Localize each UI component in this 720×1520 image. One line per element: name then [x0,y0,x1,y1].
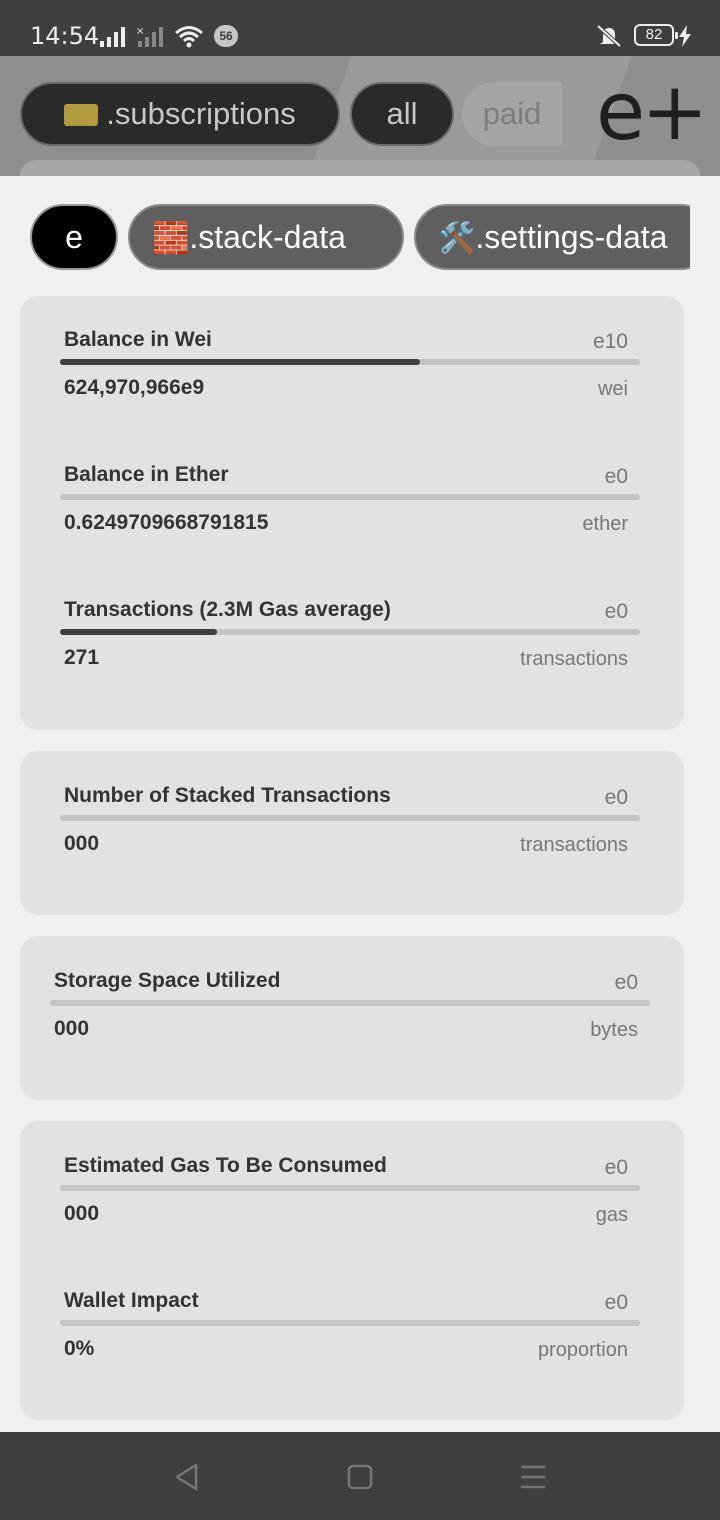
metric-value: 271 [64,646,100,669]
signal-icon: × [100,26,163,47]
wifi-icon [175,26,203,48]
battery-indicator: 82 [634,24,678,46]
metric-label: Balance in Ether [64,463,229,486]
metric-exponent: e10 [592,330,628,353]
balance-card: Balance in Wei e10 624,970,966e9 wei Bal… [20,296,684,730]
metric-balance-wei: Balance in Wei e10 624,970,966e9 wei [60,328,640,438]
metric-exponent: e0 [604,600,628,623]
app-logo[interactable]: e+ [596,72,708,152]
metric-label: Wallet Impact [64,1289,199,1312]
metric-unit: transactions [520,834,628,856]
progress-track [60,359,640,365]
storage-card: Storage Space Utilized e0 000 bytes [20,936,684,1100]
progress-fill [60,629,217,635]
tab-paid-label: paid [482,96,542,131]
tab-all[interactable]: all [350,82,454,146]
tab-paid[interactable]: paid [462,82,562,146]
metric-value: 000 [54,1017,90,1040]
metric-wallet-impact: Wallet Impact e0 0% proportion [60,1289,640,1399]
navigation-bar [0,1432,720,1520]
metric-label: Number of Stacked Transactions [64,784,391,807]
metric-transactions: Transactions (2.3M Gas average) e0 271 t… [60,598,640,708]
stacked-transactions-card: Number of Stacked Transactions e0 000 tr… [20,751,684,915]
top-bar: .subscriptions all paid e+ [0,56,720,176]
metric-value: 0% [64,1337,95,1360]
menu-icon[interactable] [518,1462,548,1492]
progress-track [50,1000,650,1006]
metric-balance-ether: Balance in Ether e0 0.6249709668791815 e… [60,463,640,573]
metric-value: 624,970,966e9 [64,376,205,399]
metric-unit: transactions [520,648,628,670]
app-screen: 14:54 × 56 82 .subscriptions all paid e+… [0,0,720,1520]
chip-settings-data-label: .settings-data [475,219,668,255]
status-bar: 14:54 × 56 82 [0,0,720,56]
chip-settings-data[interactable]: 🛠️.settings-data [414,204,690,270]
brick-icon: 🧱 [152,221,190,256]
metric-storage-space: Storage Space Utilized e0 000 bytes [50,969,650,1079]
progress-track [60,1185,640,1191]
metric-exponent: e0 [604,786,628,809]
status-time: 14:54 [30,22,100,50]
metric-stacked-transactions: Number of Stacked Transactions e0 000 tr… [60,784,640,894]
progress-fill [60,359,420,365]
metric-unit: proportion [537,1339,628,1361]
metric-label: Storage Space Utilized [54,969,281,992]
back-icon[interactable] [172,1462,202,1492]
tab-all-label: all [386,96,418,131]
metric-estimated-gas: Estimated Gas To Be Consumed e0 000 gas [60,1154,640,1264]
bell-off-icon [596,24,622,48]
metric-value: 0.6249709668791815 [64,511,269,534]
metric-exponent: e0 [604,1291,628,1314]
metric-unit: wei [597,378,628,400]
metric-exponent: e0 [604,1156,628,1179]
ticket-icon [64,104,99,126]
metric-exponent: e0 [604,465,628,488]
chip-stack-data-label: .stack-data [189,219,346,255]
tools-icon: 🛠️ [438,221,476,256]
metric-exponent: e0 [614,971,638,994]
stack-data-sheet: e 🧱.stack-data 🛠️.settings-data Balance … [0,176,720,1432]
tab-subscriptions-label: .subscriptions [106,96,296,131]
charging-icon [679,25,691,47]
metric-unit: ether [582,513,628,535]
metric-label: Estimated Gas To Be Consumed [64,1154,387,1177]
home-icon[interactable] [345,1462,375,1492]
progress-track [60,629,640,635]
notification-badge: 56 [214,25,238,47]
metric-unit: bytes [590,1019,638,1041]
chip-e[interactable]: e [30,204,118,270]
svg-text:×: × [136,26,144,37]
metric-label: Transactions (2.3M Gas average) [64,598,391,621]
metric-unit: gas [595,1204,628,1226]
metric-label: Balance in Wei [64,328,212,351]
metric-value: 000 [64,1202,100,1225]
progress-track [60,1320,640,1326]
chip-stack-data[interactable]: 🧱.stack-data [128,204,404,270]
progress-track [60,815,640,821]
chip-bar: e 🧱.stack-data 🛠️.settings-data [30,204,690,270]
progress-track [60,494,640,500]
gas-card: Estimated Gas To Be Consumed e0 000 gas … [20,1121,684,1420]
chip-e-label: e [65,219,83,255]
tab-subscriptions[interactable]: .subscriptions [20,82,340,146]
metric-value: 000 [64,832,100,855]
